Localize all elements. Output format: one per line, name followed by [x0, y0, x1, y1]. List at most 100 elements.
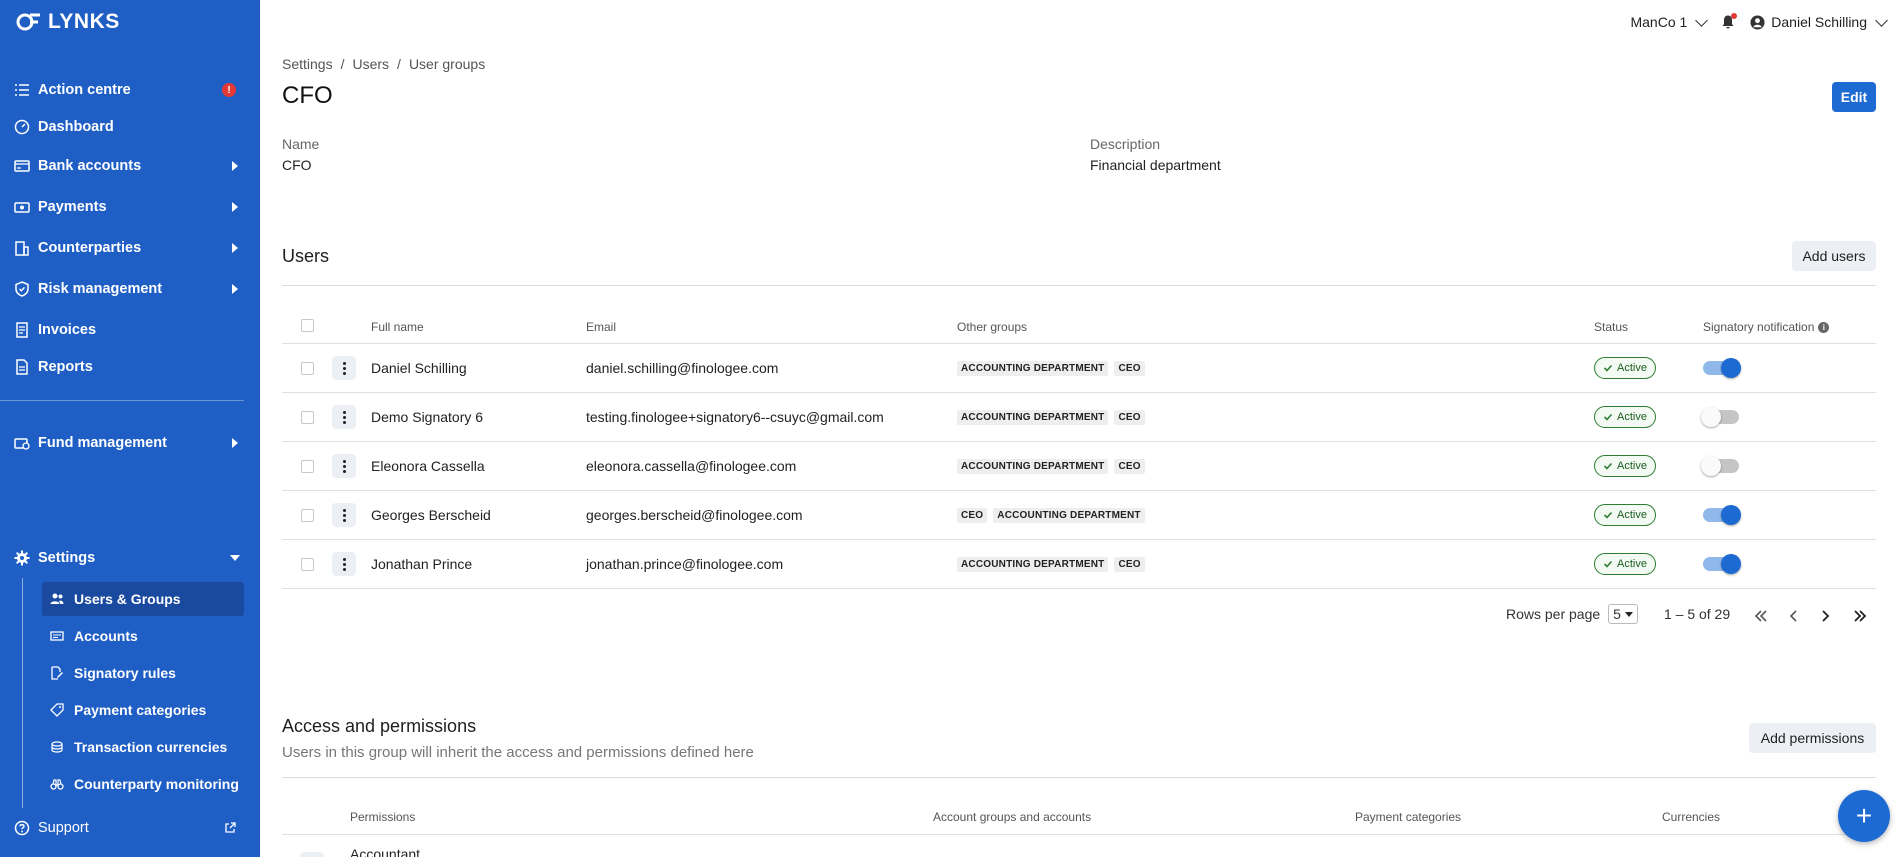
- toggle-knob: [1721, 554, 1741, 574]
- col-header-full-name[interactable]: Full name: [371, 320, 424, 334]
- row-checkbox[interactable]: [301, 558, 314, 571]
- nav-risk-management[interactable]: Risk management: [0, 273, 260, 305]
- row-checkbox[interactable]: [301, 362, 314, 375]
- select-all-checkbox[interactable]: [301, 319, 314, 332]
- other-groups: CEO ACCOUNTING DEPARTMENT: [957, 508, 1145, 523]
- signatory-notification-toggle[interactable]: [1703, 554, 1741, 574]
- money-icon: [14, 199, 30, 215]
- entity-name: ManCo 1: [1630, 14, 1688, 30]
- signatory-notification-toggle[interactable]: [1701, 456, 1739, 476]
- col-header-status[interactable]: Status: [1594, 320, 1628, 334]
- nav-label: Dashboard: [38, 119, 114, 135]
- list-check-icon: [14, 82, 30, 98]
- section-divider: [282, 285, 1876, 286]
- info-icon[interactable]: i: [1818, 322, 1830, 334]
- col-header-account-groups: Account groups and accounts: [933, 810, 1092, 824]
- rows-per-page-select[interactable]: 5: [1608, 604, 1638, 624]
- last-page-icon[interactable]: [1850, 606, 1870, 626]
- nav-reports[interactable]: Reports: [0, 351, 260, 383]
- other-groups: ACCOUNTING DEPARTMENT CEO: [957, 361, 1145, 376]
- subnav-accounts[interactable]: Accounts: [42, 619, 244, 653]
- previous-page-icon[interactable]: [1784, 606, 1804, 626]
- gauge-icon: [14, 119, 30, 135]
- breadcrumb-settings[interactable]: Settings: [282, 56, 333, 72]
- group-tag: ACCOUNTING DEPARTMENT: [957, 410, 1109, 425]
- nav-label: Bank accounts: [38, 158, 142, 174]
- col-header-email[interactable]: Email: [586, 320, 616, 334]
- table-row: Daniel Schilling daniel.schilling@finolog…: [282, 344, 1876, 393]
- row-menu-icon[interactable]: [332, 503, 356, 527]
- user-email: jonathan.prince@finologee.com: [586, 556, 784, 572]
- nav-label: Counterparties: [38, 240, 142, 256]
- subnav-users-groups[interactable]: Users & Groups: [42, 582, 244, 616]
- user-email: georges.berscheid@finologee.com: [586, 507, 803, 523]
- subnav-payment-categories[interactable]: Payment categories: [42, 693, 244, 727]
- nav-support[interactable]: Support: [0, 812, 260, 844]
- row-menu-icon[interactable]: [332, 356, 356, 380]
- status-label: Active: [1617, 362, 1647, 374]
- brand-logo[interactable]: LYNKS: [16, 10, 120, 34]
- col-header-permissions[interactable]: Permissions: [350, 810, 415, 824]
- toggle-knob: [1701, 456, 1721, 476]
- row-menu-icon[interactable]: [332, 405, 356, 429]
- user-full-name: Demo Signatory 6: [371, 409, 484, 425]
- row-menu-icon[interactable]: [332, 552, 356, 576]
- breadcrumb-user-groups[interactable]: User groups: [409, 56, 485, 72]
- col-header-label: Signatory notification: [1703, 320, 1815, 334]
- building-icon: [14, 240, 30, 256]
- nav-fund-management[interactable]: Fund management: [0, 427, 260, 459]
- nav-dashboard[interactable]: Dashboard: [0, 111, 260, 143]
- expand-arrow-icon: [232, 284, 238, 294]
- edit-button[interactable]: Edit: [1832, 82, 1876, 112]
- signatory-notification-toggle[interactable]: [1701, 407, 1739, 427]
- breadcrumb-users[interactable]: Users: [352, 56, 389, 72]
- add-users-button[interactable]: Add users: [1792, 241, 1876, 271]
- bank-card-icon: [14, 158, 30, 174]
- row-checkbox[interactable]: [301, 411, 314, 424]
- breadcrumb-separator: /: [340, 56, 345, 72]
- add-fab-button[interactable]: +: [1838, 790, 1890, 842]
- group-tag: ACCOUNTING DEPARTMENT: [993, 508, 1145, 523]
- alert-badge: !: [222, 83, 236, 97]
- row-menu-icon[interactable]: [332, 454, 356, 478]
- subnav-label: Signatory rules: [74, 665, 176, 681]
- nav-label: Payments: [38, 199, 107, 215]
- nav-counterparties[interactable]: Counterparties: [0, 232, 260, 264]
- col-header-payment-categories: Payment categories: [1355, 810, 1462, 824]
- user-email: eleonora.cassella@finologee.com: [586, 458, 797, 474]
- row-checkbox[interactable]: [301, 509, 314, 522]
- nav-settings[interactable]: Settings: [0, 542, 260, 574]
- check-icon: [1603, 560, 1613, 568]
- group-tag: ACCOUNTING DEPARTMENT: [957, 557, 1109, 572]
- subnav-transaction-currencies[interactable]: Transaction currencies: [42, 730, 244, 764]
- next-page-icon[interactable]: [1815, 606, 1835, 626]
- nav-label: Fund management: [38, 435, 167, 451]
- first-page-icon[interactable]: [1751, 606, 1771, 626]
- add-permissions-button[interactable]: Add permissions: [1749, 723, 1876, 753]
- nav-label: Action centre: [38, 82, 131, 98]
- nav-bank-accounts[interactable]: Bank accounts: [0, 150, 260, 182]
- user-name: Daniel Schilling: [1771, 14, 1867, 30]
- notification-dot: [1731, 13, 1738, 19]
- row-actions-button[interactable]: [300, 852, 324, 857]
- signatory-notification-toggle[interactable]: [1703, 505, 1741, 525]
- group-tag: CEO: [1114, 361, 1145, 376]
- signatory-notification-toggle[interactable]: [1703, 358, 1741, 378]
- chevron-down-icon: [1695, 13, 1709, 27]
- top-bar: ManCo 1 Daniel Schilling: [1630, 0, 1900, 44]
- user-full-name: Daniel Schilling: [371, 360, 467, 376]
- group-tag: CEO: [957, 508, 988, 523]
- subnav-counterparty-monitoring[interactable]: Counterparty monitoring: [42, 767, 244, 801]
- user-menu[interactable]: Daniel Schilling: [1750, 13, 1888, 30]
- entity-switcher[interactable]: ManCo 1: [1630, 13, 1709, 30]
- expand-arrow-icon: [232, 438, 238, 448]
- row-checkbox[interactable]: [301, 460, 314, 473]
- subnav-signatory-rules[interactable]: Signatory rules: [42, 656, 244, 690]
- notifications-bell-icon[interactable]: [1720, 13, 1738, 30]
- table-row: Demo Signatory 6 testing.finologee+signat…: [282, 393, 1876, 442]
- nav-action-centre[interactable]: Action centre !: [0, 74, 260, 106]
- nav-payments[interactable]: Payments: [0, 191, 260, 223]
- subnav-label: Users & Groups: [74, 591, 181, 607]
- col-header-currencies: Currencies: [1662, 810, 1721, 824]
- nav-invoices[interactable]: Invoices: [0, 314, 260, 346]
